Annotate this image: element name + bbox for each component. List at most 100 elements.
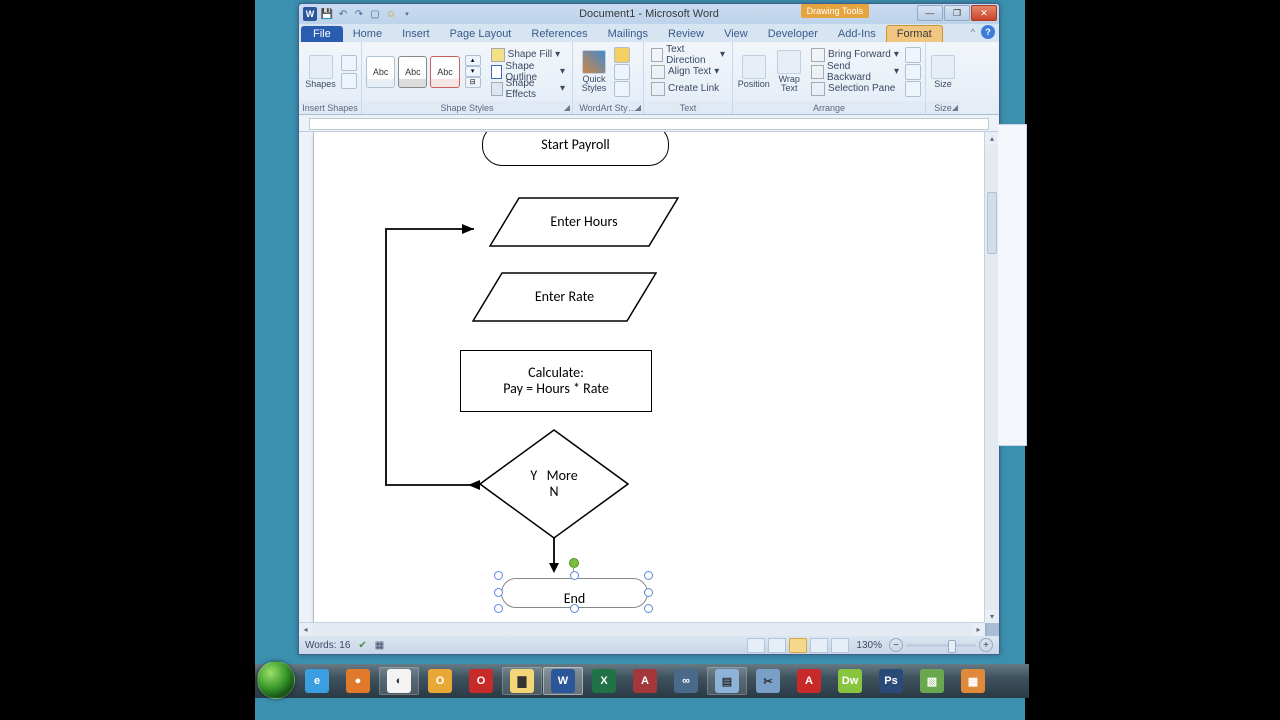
tab-mailings[interactable]: Mailings bbox=[598, 26, 658, 42]
qat-undo-icon[interactable]: ↶ bbox=[337, 8, 349, 20]
spell-check-icon[interactable]: ✔ bbox=[358, 640, 366, 651]
resize-handle-w[interactable] bbox=[494, 588, 503, 597]
scroll-down-icon[interactable]: ▾ bbox=[985, 610, 999, 623]
resize-handle-nw[interactable] bbox=[494, 571, 503, 580]
taskbar-acrobat[interactable]: A bbox=[789, 667, 829, 695]
help-button[interactable]: ? bbox=[981, 25, 995, 39]
shape-data-hours[interactable]: Enter Hours bbox=[489, 197, 679, 247]
text-box-button[interactable] bbox=[341, 73, 357, 89]
selection-handles[interactable] bbox=[497, 574, 650, 610]
close-button[interactable]: ✕ bbox=[971, 5, 997, 21]
page-canvas[interactable]: Start Payroll Enter Hours Enter Rate Cal… bbox=[314, 132, 985, 636]
scroll-thumb[interactable] bbox=[987, 192, 997, 254]
vertical-scrollbar[interactable]: ▴ ▾ bbox=[984, 132, 999, 623]
scroll-up-icon[interactable]: ▴ bbox=[985, 132, 999, 145]
selection-pane-button[interactable]: Selection Pane bbox=[808, 80, 902, 97]
taskbar-link[interactable]: ∞ bbox=[666, 667, 706, 695]
shape-style-1[interactable]: Abc bbox=[366, 56, 395, 88]
size-button[interactable]: Size bbox=[930, 55, 956, 89]
qat-smiley-icon[interactable]: ☺ bbox=[385, 8, 397, 20]
macro-icon[interactable]: ▦ bbox=[375, 640, 384, 651]
tab-developer[interactable]: Developer bbox=[758, 26, 828, 42]
shape-style-2[interactable]: Abc bbox=[398, 56, 427, 88]
taskbar-firefox[interactable]: ● bbox=[338, 667, 378, 695]
text-fill-button[interactable] bbox=[614, 47, 630, 63]
view-print-layout[interactable] bbox=[747, 638, 765, 653]
taskbar-snip[interactable]: ✂ bbox=[748, 667, 788, 695]
shape-terminator-start[interactable]: Start Payroll bbox=[482, 132, 669, 166]
create-link-button[interactable]: Create Link bbox=[648, 80, 728, 97]
taskbar-word[interactable]: W bbox=[543, 667, 583, 695]
tab-page-layout[interactable]: Page Layout bbox=[440, 26, 522, 42]
qat-save-icon[interactable]: 💾 bbox=[321, 8, 333, 20]
qat-customize-icon[interactable]: ▾ bbox=[401, 8, 413, 20]
view-outline[interactable] bbox=[810, 638, 828, 653]
word-icon[interactable]: W bbox=[303, 7, 317, 21]
tab-addins[interactable]: Add-Ins bbox=[828, 26, 886, 42]
shape-style-3[interactable]: Abc bbox=[430, 56, 459, 88]
vertical-ruler[interactable] bbox=[299, 132, 314, 636]
taskbar-excel[interactable]: X bbox=[584, 667, 624, 695]
tab-home[interactable]: Home bbox=[343, 26, 392, 42]
zoom-slider-thumb[interactable] bbox=[948, 640, 956, 653]
resize-handle-s[interactable] bbox=[570, 604, 579, 613]
wrap-text-button[interactable]: Wrap Text bbox=[773, 50, 805, 93]
tab-references[interactable]: References bbox=[521, 26, 597, 42]
horizontal-scrollbar[interactable]: ◂ ▸ bbox=[299, 622, 985, 636]
shape-decision-more[interactable]: Y More N bbox=[479, 429, 629, 539]
taskbar-app2[interactable]: ▦ bbox=[953, 667, 993, 695]
scroll-left-icon[interactable]: ◂ bbox=[299, 623, 312, 636]
taskbar-app1[interactable]: ▧ bbox=[912, 667, 952, 695]
position-button[interactable]: Position bbox=[737, 55, 770, 89]
shape-style-row-down[interactable]: ▾ bbox=[465, 66, 481, 77]
wordart-launcher[interactable]: ◢ bbox=[635, 103, 641, 112]
tab-format[interactable]: Format bbox=[886, 25, 943, 42]
taskbar-chrome[interactable]: ◐ bbox=[379, 667, 419, 695]
tab-insert[interactable]: Insert bbox=[392, 26, 440, 42]
resize-handle-n[interactable] bbox=[570, 571, 579, 580]
taskbar-dreamweaver[interactable]: Dw bbox=[830, 667, 870, 695]
tab-review[interactable]: Review bbox=[658, 26, 714, 42]
send-backward-button[interactable]: Send Backward ▾ bbox=[808, 63, 902, 80]
group-button[interactable] bbox=[905, 64, 921, 80]
start-button[interactable] bbox=[257, 661, 295, 699]
text-direction-button[interactable]: Text Direction ▾ bbox=[648, 46, 728, 63]
tab-file[interactable]: File bbox=[301, 26, 343, 42]
taskbar-photoshop[interactable]: Ps bbox=[871, 667, 911, 695]
shape-styles-launcher[interactable]: ◢ bbox=[564, 103, 570, 112]
taskbar-explorer[interactable]: ▇ bbox=[502, 667, 542, 695]
zoom-in-button[interactable]: + bbox=[979, 638, 993, 652]
maximize-button[interactable]: ❐ bbox=[944, 5, 970, 21]
horizontal-ruler[interactable] bbox=[299, 115, 999, 132]
view-web-layout[interactable] bbox=[789, 638, 807, 653]
tab-view[interactable]: View bbox=[714, 26, 758, 42]
taskbar-notepad[interactable]: ▤ bbox=[707, 667, 747, 695]
shape-effects-button[interactable]: Shape Effects ▾ bbox=[488, 80, 568, 97]
text-effects-button[interactable] bbox=[614, 81, 630, 97]
taskbar-ie[interactable]: e bbox=[297, 667, 337, 695]
resize-handle-ne[interactable] bbox=[644, 571, 653, 580]
taskbar-access[interactable]: A bbox=[625, 667, 665, 695]
rotate-button[interactable] bbox=[905, 81, 921, 97]
text-outline-button[interactable] bbox=[614, 64, 630, 80]
align-button[interactable] bbox=[905, 47, 921, 63]
resize-handle-sw[interactable] bbox=[494, 604, 503, 613]
taskbar-outlook[interactable]: O bbox=[420, 667, 460, 695]
shapes-gallery-button[interactable]: Shapes bbox=[303, 55, 338, 89]
size-launcher[interactable]: ◢ bbox=[952, 103, 958, 112]
minimize-ribbon-icon[interactable]: ^ bbox=[971, 27, 975, 37]
view-draft[interactable] bbox=[831, 638, 849, 653]
align-text-button[interactable]: Align Text ▾ bbox=[648, 63, 728, 80]
view-full-screen[interactable] bbox=[768, 638, 786, 653]
minimize-button[interactable]: — bbox=[917, 5, 943, 21]
quick-styles-button[interactable]: Quick Styles bbox=[577, 50, 611, 93]
zoom-out-button[interactable]: − bbox=[889, 638, 903, 652]
connector-loopback[interactable] bbox=[374, 217, 494, 492]
resize-handle-e[interactable] bbox=[644, 588, 653, 597]
shape-data-rate[interactable]: Enter Rate bbox=[472, 272, 657, 322]
taskbar-opera[interactable]: O bbox=[461, 667, 501, 695]
scroll-right-icon[interactable]: ▸ bbox=[972, 623, 985, 636]
word-count[interactable]: Words: 16 bbox=[305, 640, 350, 651]
qat-redo-icon[interactable]: ↷ bbox=[353, 8, 365, 20]
shape-style-more[interactable]: ⊟ bbox=[465, 77, 481, 88]
